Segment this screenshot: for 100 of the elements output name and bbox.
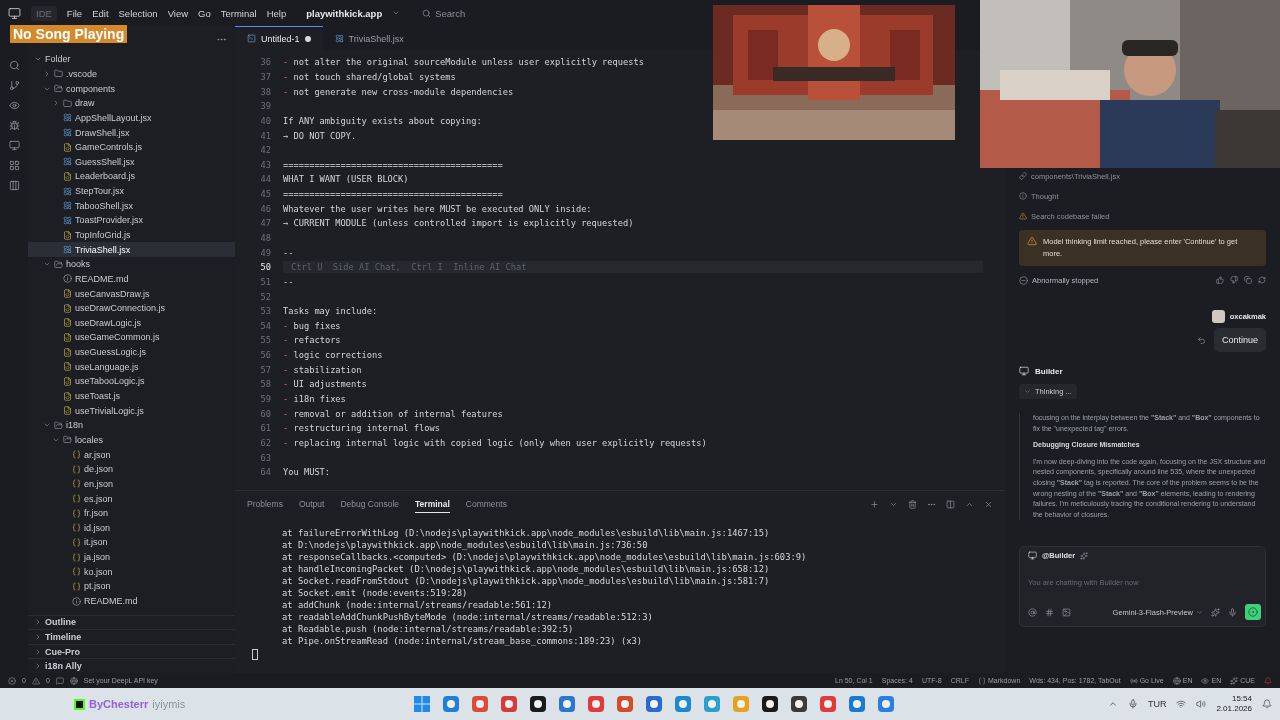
send-button[interactable] <box>1245 604 1261 621</box>
chevron-down-icon <box>392 9 401 17</box>
file-tree-item[interactable]: ja.json <box>28 549 235 565</box>
file-tree-item[interactable]: pt.json <box>28 579 235 594</box>
search-field[interactable]: Search <box>422 7 466 19</box>
menu-item[interactable]: Go <box>198 7 211 19</box>
file-tree-item[interactable]: en.json <box>28 476 235 492</box>
search-icon[interactable] <box>8 60 20 71</box>
file-tree-item[interactable]: es.json <box>28 491 235 506</box>
plus-icon[interactable] <box>870 499 879 509</box>
file-tree-item[interactable]: useTrivialLogic.js <box>28 403 235 418</box>
file-tree-item[interactable]: Folder <box>28 52 235 67</box>
panel-section-header[interactable]: Outline <box>28 614 235 630</box>
menu-item[interactable]: Help <box>266 7 287 19</box>
volume-icon[interactable] <box>1196 699 1207 709</box>
file-tree-item[interactable]: TriviaShell.jsx <box>28 242 235 257</box>
file-tree-item[interactable]: ko.json <box>28 564 235 580</box>
atom-icon <box>63 157 72 167</box>
menu-item[interactable]: Edit <box>92 7 109 19</box>
file-tree-item[interactable]: useDrawLogic.js <box>28 315 235 331</box>
panel-tab[interactable]: Comments <box>465 495 507 513</box>
line-number: 51 <box>259 276 271 287</box>
file-tree-item[interactable]: ToastProvider.jsx <box>28 213 235 228</box>
file-tree-item[interactable]: useLanguage.js <box>28 359 235 375</box>
image-icon[interactable] <box>1062 607 1071 617</box>
mic-icon[interactable] <box>1228 607 1237 617</box>
file-tree-item[interactable]: it.json <box>28 535 235 550</box>
list-marker: - <box>283 394 289 405</box>
panel-tab[interactable]: Debug Console <box>340 495 400 513</box>
file-tree-item[interactable]: useDrawConnection.js <box>28 300 235 316</box>
file-tree-item[interactable]: DrawShell.jsx <box>28 125 235 140</box>
chevron-up-icon[interactable] <box>1107 699 1118 709</box>
file-tree-item[interactable]: TopInfoGrid.js <box>28 227 235 243</box>
language-indicator[interactable]: TUR <box>1147 699 1167 709</box>
project-selector[interactable]: playwithkick.app <box>306 7 383 19</box>
file-tree-item[interactable]: GuessShell.jsx <box>28 154 235 170</box>
bell-icon[interactable] <box>1262 699 1272 709</box>
file-tree-item[interactable]: useGuessLogic.js <box>28 344 235 360</box>
file-tree-item[interactable]: README.md <box>28 271 235 287</box>
file-tree-item[interactable]: id.json <box>28 520 235 536</box>
clock[interactable]: 15:54 2.01.2026 <box>1216 694 1252 714</box>
panel-tab[interactable]: Output <box>298 495 325 513</box>
file-tree-item[interactable]: README.md <box>28 593 235 609</box>
message-icon <box>55 676 64 685</box>
file-tree-item[interactable]: components <box>28 81 235 96</box>
file-tree-item[interactable]: AppShellLayout.jsx <box>28 110 235 126</box>
bug-icon[interactable] <box>8 120 20 131</box>
grid-icon[interactable] <box>8 160 20 171</box>
close-icon[interactable] <box>984 499 993 509</box>
file-tree-item[interactable]: .vscode <box>28 66 235 82</box>
file-tree-item[interactable]: useToast.js <box>28 388 235 404</box>
file-tree-item[interactable]: useGameCommon.js <box>28 330 235 345</box>
sparkle-icon[interactable] <box>1211 607 1220 617</box>
at-sign-icon[interactable] <box>1028 607 1037 617</box>
braces-icon <box>72 537 81 547</box>
app-icon[interactable] <box>791 696 808 712</box>
branch-icon[interactable] <box>8 80 20 91</box>
file-tree-item[interactable]: TabooShell.jsx <box>28 198 235 214</box>
line-number: 48 <box>259 233 271 243</box>
menu-item[interactable]: Selection <box>118 7 158 19</box>
eye-icon[interactable] <box>8 100 20 111</box>
undo-icon[interactable] <box>1196 335 1206 345</box>
panel-tab[interactable]: Terminal <box>415 495 450 513</box>
menu-item[interactable]: Terminal <box>220 7 257 19</box>
thumbs-down-icon[interactable] <box>1230 276 1238 284</box>
panels-icon[interactable] <box>8 180 20 191</box>
trash-icon[interactable] <box>908 499 917 509</box>
app-icon[interactable] <box>762 696 779 712</box>
file-tree-item[interactable]: hooks <box>28 256 235 272</box>
file-tree-item[interactable]: draw <box>28 95 235 111</box>
file-tree-item[interactable]: GameControls.js <box>28 139 235 155</box>
menu-item[interactable]: File <box>66 7 83 19</box>
file-tree-item[interactable]: fr.json <box>28 505 235 521</box>
panel-section-header[interactable]: Timeline <box>28 629 235 644</box>
monitor-icon[interactable] <box>8 140 20 151</box>
file-tree-item[interactable]: i18n <box>28 418 235 433</box>
list-marker: - <box>283 408 289 419</box>
refresh-icon[interactable] <box>1258 276 1266 284</box>
panel-section-header[interactable]: Cue-Pro <box>28 643 235 659</box>
file-tree-item[interactable]: ar.json <box>28 447 235 462</box>
copy-icon[interactable] <box>1244 276 1252 284</box>
network-icon[interactable] <box>1176 699 1187 709</box>
sparkle-icon <box>1230 676 1239 685</box>
app-icon[interactable] <box>530 696 547 712</box>
panel-tab[interactable]: Problems <box>247 495 283 513</box>
braces-icon <box>72 494 81 504</box>
file-tree-item[interactable]: useCanvasDraw.js <box>28 286 235 301</box>
hash-icon[interactable] <box>1045 607 1054 617</box>
split-icon[interactable] <box>946 499 955 509</box>
menu-item[interactable]: View <box>167 7 189 19</box>
thumbs-up-icon[interactable] <box>1216 276 1224 284</box>
braces-icon <box>72 552 81 562</box>
mic-icon[interactable] <box>1127 699 1138 709</box>
file-tree-item[interactable]: locales <box>28 432 235 448</box>
file-tree-item[interactable]: Leaderboard.js <box>28 169 235 184</box>
file-tree-item[interactable]: StepTour.jsx <box>28 183 235 199</box>
windows-start-icon[interactable] <box>414 696 431 712</box>
file-tree-item[interactable]: de.json <box>28 461 235 477</box>
warning-icon <box>1019 212 1027 220</box>
file-tree-item[interactable]: useTabooLogic.js <box>28 374 235 389</box>
